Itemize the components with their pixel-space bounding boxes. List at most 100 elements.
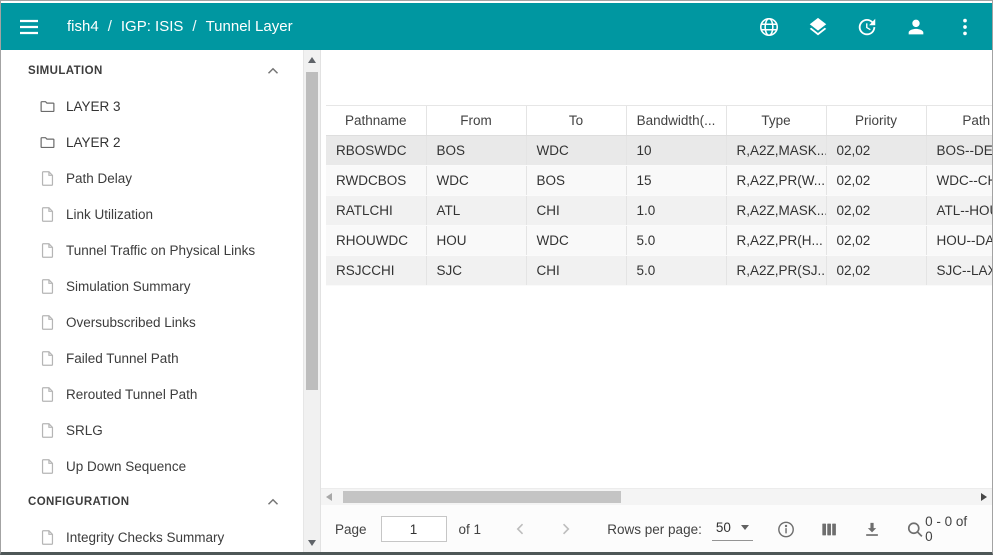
sidebar-item-integrity-checks-summary[interactable]: Integrity Checks Summary bbox=[1, 519, 304, 553]
chevron-up-icon[interactable] bbox=[264, 493, 282, 511]
cell-from: SJC bbox=[426, 256, 526, 286]
cell-pathname: RSJCCHI bbox=[326, 256, 426, 286]
breadcrumb-separator: / bbox=[192, 18, 196, 35]
document-icon bbox=[39, 314, 56, 331]
info-icon[interactable] bbox=[776, 519, 796, 540]
cell-from: HOU bbox=[426, 226, 526, 256]
sidebar-item-label: Up Down Sequence bbox=[66, 459, 186, 474]
rows-per-page-select[interactable]: 50 bbox=[712, 517, 753, 541]
hamburger-menu-icon[interactable] bbox=[17, 15, 41, 39]
search-icon[interactable] bbox=[905, 519, 925, 540]
sidebar-item-rerouted-tunnel-path[interactable]: Rerouted Tunnel Path bbox=[1, 376, 304, 412]
column-header-priority[interactable]: Priority bbox=[826, 106, 926, 136]
globe-icon[interactable] bbox=[758, 16, 780, 38]
sidebar-item-srlg[interactable]: SRLG bbox=[1, 412, 304, 448]
breadcrumb-item-protocol[interactable]: IGP: ISIS bbox=[121, 18, 184, 35]
content-area: SIMULATION LAYER 3 LAYER 2 Path Delay bbox=[1, 50, 992, 553]
cell-type: R,A2Z,PR(H... bbox=[726, 226, 826, 256]
column-header-path[interactable]: Path bbox=[926, 106, 992, 136]
cell-to: WDC bbox=[526, 136, 626, 166]
dropdown-arrow-icon bbox=[741, 525, 749, 530]
sidebar: SIMULATION LAYER 3 LAYER 2 Path Delay bbox=[1, 50, 321, 553]
document-icon bbox=[39, 242, 56, 259]
column-header-from[interactable]: From bbox=[426, 106, 526, 136]
pagination-bar: Page of 1 Rows per page: 50 bbox=[321, 505, 992, 553]
sidebar-item-up-down-sequence[interactable]: Up Down Sequence bbox=[1, 448, 304, 484]
sidebar-item-tunnel-traffic[interactable]: Tunnel Traffic on Physical Links bbox=[1, 232, 304, 268]
sidebar-section-simulation[interactable]: SIMULATION bbox=[1, 53, 304, 88]
sidebar-item-failed-tunnel-path[interactable]: Failed Tunnel Path bbox=[1, 340, 304, 376]
column-header-to[interactable]: To bbox=[526, 106, 626, 136]
scroll-right-arrow-icon[interactable] bbox=[981, 493, 987, 501]
sidebar-item-label: Tunnel Traffic on Physical Links bbox=[66, 243, 255, 258]
user-icon[interactable] bbox=[905, 16, 927, 38]
sidebar-scrollbar[interactable] bbox=[303, 50, 320, 553]
main-panel: Path Delay Information Report Pathname F… bbox=[321, 50, 992, 553]
cell-priority: 02,02 bbox=[826, 256, 926, 286]
breadcrumb-item-layer[interactable]: Tunnel Layer bbox=[206, 18, 293, 35]
cell-path: ATL--HOU bbox=[926, 196, 992, 226]
breadcrumb-item-plan[interactable]: fish4 bbox=[67, 18, 99, 35]
app-bar-actions bbox=[758, 16, 976, 38]
sidebar-item-simulation-summary[interactable]: Simulation Summary bbox=[1, 268, 304, 304]
next-page-icon[interactable] bbox=[556, 519, 575, 539]
scroll-down-arrow-icon[interactable] bbox=[308, 540, 316, 546]
cell-pathname: RATLCHI bbox=[326, 196, 426, 226]
download-icon[interactable] bbox=[862, 519, 882, 540]
scroll-up-arrow-icon[interactable] bbox=[308, 57, 316, 63]
cell-type: R,A2Z,PR(SJ... bbox=[726, 256, 826, 286]
history-icon[interactable] bbox=[856, 16, 878, 38]
chevron-up-icon[interactable] bbox=[264, 62, 282, 80]
report-table-container: Pathname From To Bandwidth(... Type Prio… bbox=[326, 105, 992, 286]
sidebar-item-layer-3[interactable]: LAYER 3 bbox=[1, 88, 304, 124]
column-header-pathname[interactable]: Pathname bbox=[326, 106, 426, 136]
row-range-label: 0 - 0 of 0 bbox=[925, 514, 976, 544]
cell-bandwidth: 15 bbox=[626, 166, 726, 196]
table-row[interactable]: RBOSWDC BOS WDC 10 R,A2Z,MASK... 02,02 B… bbox=[326, 136, 992, 166]
cell-from: BOS bbox=[426, 136, 526, 166]
document-icon bbox=[39, 206, 56, 223]
document-icon bbox=[39, 529, 56, 546]
cell-priority: 02,02 bbox=[826, 136, 926, 166]
table-row[interactable]: RWDCBOS WDC BOS 15 R,A2Z,PR(W... 02,02 W… bbox=[326, 166, 992, 196]
report-table: Pathname From To Bandwidth(... Type Prio… bbox=[326, 105, 992, 286]
sidebar-item-path-delay[interactable]: Path Delay bbox=[1, 160, 304, 196]
document-icon bbox=[39, 170, 56, 187]
table-row[interactable]: RATLCHI ATL CHI 1.0 R,A2Z,MASK... 02,02 … bbox=[326, 196, 992, 226]
sidebar-item-link-utilization[interactable]: Link Utilization bbox=[1, 196, 304, 232]
cell-pathname: RWDCBOS bbox=[326, 166, 426, 196]
cell-to: BOS bbox=[526, 166, 626, 196]
sidebar-section-configuration[interactable]: CONFIGURATION bbox=[1, 484, 304, 519]
sidebar-item-label: Failed Tunnel Path bbox=[66, 351, 179, 366]
document-icon bbox=[39, 422, 56, 439]
document-icon bbox=[39, 278, 56, 295]
cell-pathname: RBOSWDC bbox=[326, 136, 426, 166]
cell-from: WDC bbox=[426, 166, 526, 196]
sidebar-item-label: SRLG bbox=[66, 423, 103, 438]
column-header-bandwidth[interactable]: Bandwidth(... bbox=[626, 106, 726, 136]
cell-type: R,A2Z,MASK... bbox=[726, 136, 826, 166]
sidebar-item-oversubscribed-links[interactable]: Oversubscribed Links bbox=[1, 304, 304, 340]
scroll-left-arrow-icon[interactable] bbox=[326, 493, 332, 501]
sidebar-nav: SIMULATION LAYER 3 LAYER 2 Path Delay bbox=[1, 50, 304, 553]
scrollbar-thumb[interactable] bbox=[343, 491, 621, 503]
sidebar-item-layer-2[interactable]: LAYER 2 bbox=[1, 124, 304, 160]
cell-bandwidth: 10 bbox=[626, 136, 726, 166]
table-horizontal-scrollbar[interactable] bbox=[321, 488, 992, 505]
table-row[interactable]: RHOUWDC HOU WDC 5.0 R,A2Z,PR(H... 02,02 … bbox=[326, 226, 992, 256]
layers-icon[interactable] bbox=[807, 16, 829, 38]
page-number-input[interactable] bbox=[381, 516, 447, 542]
column-header-type[interactable]: Type bbox=[726, 106, 826, 136]
scrollbar-thumb[interactable] bbox=[306, 72, 318, 390]
table-row[interactable]: RSJCCHI SJC CHI 5.0 R,A2Z,PR(SJ... 02,02… bbox=[326, 256, 992, 286]
rows-per-page-label: Rows per page: bbox=[607, 522, 702, 537]
previous-page-icon[interactable] bbox=[511, 519, 530, 539]
section-title: CONFIGURATION bbox=[28, 496, 264, 508]
breadcrumb-separator: / bbox=[108, 18, 112, 35]
view-columns-icon[interactable] bbox=[819, 519, 839, 540]
cell-path: WDC--CHI bbox=[926, 166, 992, 196]
cell-priority: 02,02 bbox=[826, 226, 926, 256]
more-vert-icon[interactable] bbox=[954, 16, 976, 38]
cell-type: R,A2Z,MASK... bbox=[726, 196, 826, 226]
breadcrumb: fish4 / IGP: ISIS / Tunnel Layer bbox=[67, 18, 293, 35]
